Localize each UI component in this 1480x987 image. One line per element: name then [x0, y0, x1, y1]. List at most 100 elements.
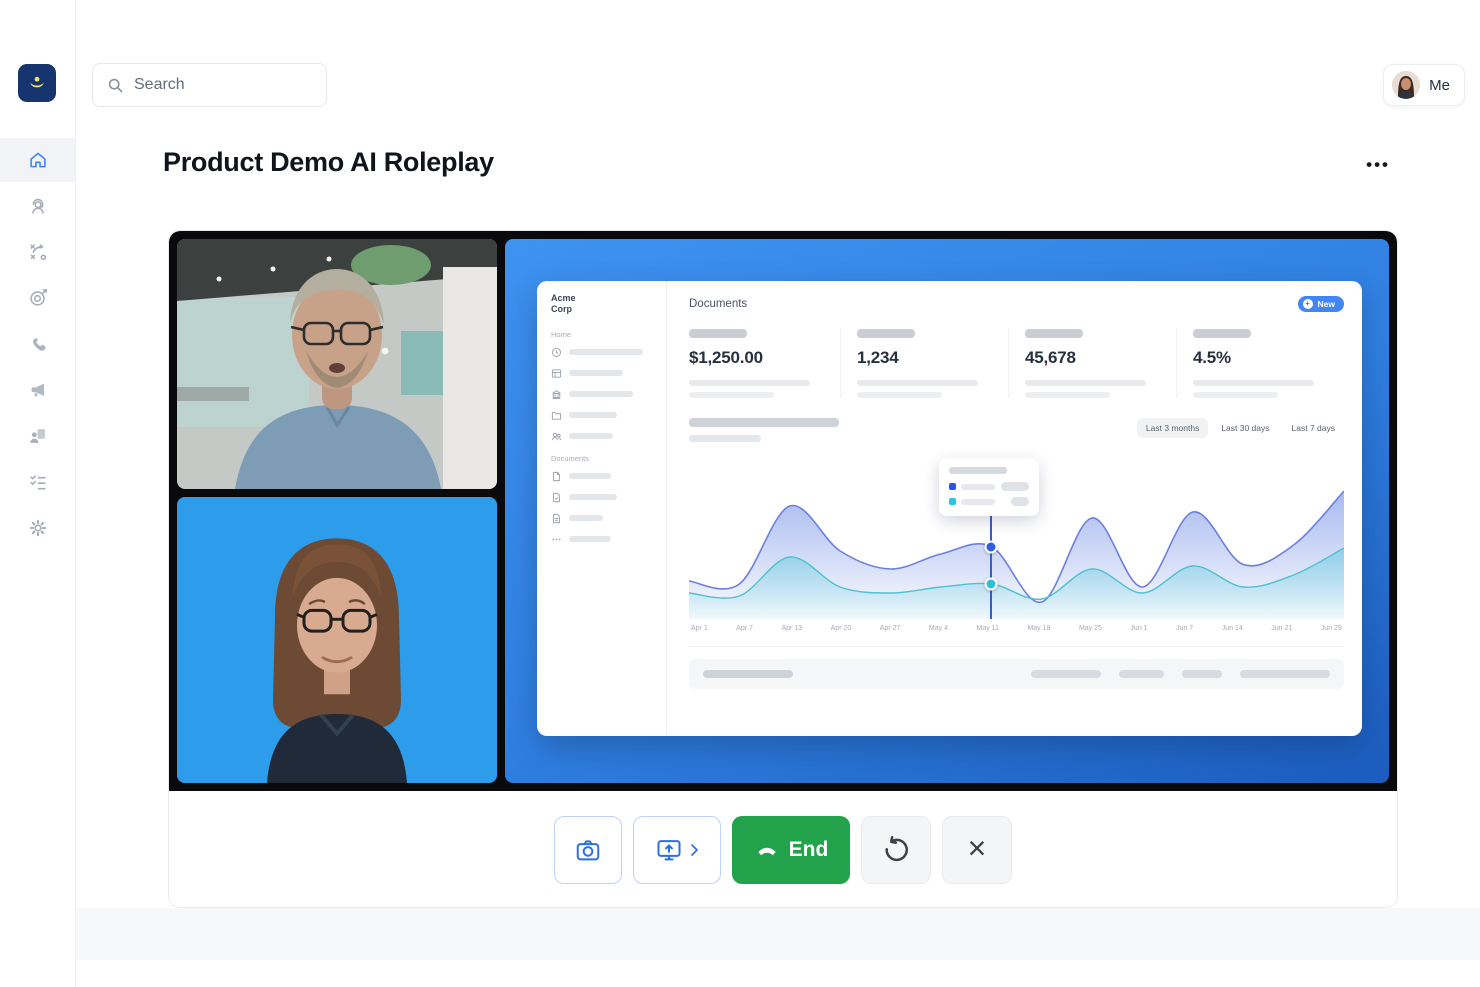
plus-icon: +: [1303, 299, 1313, 309]
me-button[interactable]: Me: [1383, 64, 1465, 106]
x-tick-label: Jun 1: [1130, 625, 1147, 632]
stat-value: $1,250.00: [689, 348, 826, 368]
end-call-button[interactable]: End: [732, 816, 850, 884]
demo-nav-item[interactable]: [551, 347, 654, 358]
document-icon: [551, 471, 562, 482]
x-tick-label: May 18: [1027, 625, 1050, 632]
participant-video-ai-persona: [177, 497, 497, 783]
sidebar-item-contacts[interactable]: [0, 184, 75, 228]
demo-nav-item[interactable]: [551, 513, 654, 524]
sidebar-item-target[interactable]: [0, 276, 75, 320]
app-root: Search Me Product Demo AI Roleplay •••: [0, 0, 1480, 987]
demo-nav-item[interactable]: [551, 534, 654, 545]
sidebar-item-settings[interactable]: [0, 506, 75, 550]
ai-persona-video-frame: [177, 497, 497, 783]
chart-subtitle-skeleton: [689, 435, 761, 442]
stat-label-skeleton: [689, 329, 747, 338]
stat-label-skeleton: [1025, 329, 1083, 338]
camera-button[interactable]: [554, 816, 622, 884]
chart-highlight-line: [990, 510, 992, 619]
legend-swatch-primary: [949, 483, 956, 490]
tab-last-30-days[interactable]: Last 30 days: [1212, 418, 1278, 438]
legend-swatch-secondary: [949, 498, 956, 505]
chart-highlight-dot-primary: [985, 540, 998, 553]
screen-share-icon: [655, 836, 683, 864]
megaphone-icon: [27, 379, 49, 401]
demo-nav-item[interactable]: [551, 471, 654, 482]
call-controls: End ×: [169, 791, 1397, 908]
demo-table-section: [689, 646, 1344, 689]
demo-nav-item[interactable]: [551, 431, 654, 442]
page-title: Product Demo AI Roleplay: [163, 147, 494, 178]
avatar: [1392, 71, 1420, 99]
bank-icon: [551, 389, 562, 400]
sidebar-item-campaigns[interactable]: [0, 368, 75, 412]
demo-nav-section-documents: Documents: [551, 454, 654, 463]
demo-nav-item[interactable]: [551, 410, 654, 421]
title-bar: Product Demo AI Roleplay •••: [75, 115, 1480, 211]
close-button[interactable]: ×: [942, 816, 1012, 884]
screen-share-button[interactable]: [633, 816, 721, 884]
tab-last-7-days[interactable]: Last 7 days: [1283, 418, 1344, 438]
strategy-icon: [27, 241, 49, 263]
demo-page-title: Documents: [689, 298, 747, 310]
demo-nav-item[interactable]: [551, 368, 654, 379]
page-footer-strip: [0, 908, 1480, 960]
sidebar-item-calls[interactable]: [0, 322, 75, 366]
sidebar-item-home[interactable]: [0, 138, 75, 182]
participant-videos: [177, 239, 497, 783]
search-input[interactable]: Search: [92, 63, 327, 107]
target-icon: [27, 287, 49, 309]
demo-sidebar: Acme Corp Home: [537, 281, 667, 736]
contacts-headset-icon: [27, 195, 49, 217]
file-icon: [551, 513, 562, 524]
sidebar-nav: [0, 138, 75, 552]
table-row-skeleton[interactable]: [689, 659, 1344, 689]
stat-card: 45,678: [1008, 329, 1176, 398]
tab-last-3-months[interactable]: Last 3 months: [1137, 418, 1208, 438]
restart-button[interactable]: [861, 816, 931, 884]
close-icon: ×: [968, 832, 987, 864]
demo-dashboard: Acme Corp Home: [537, 281, 1362, 736]
x-tick-label: May 11: [977, 625, 999, 632]
stat-card: 4.5%: [1176, 329, 1344, 398]
x-tick-label: Jun 29: [1321, 625, 1342, 632]
document-check-icon: [551, 492, 562, 503]
x-tick-label: Apr 20: [831, 625, 852, 632]
stat-card: 1,234: [840, 329, 1008, 398]
layout-icon: [551, 368, 562, 379]
demo-stats-row: $1,250.00 1,234 45,6: [689, 329, 1344, 398]
brand-logo[interactable]: [18, 64, 56, 102]
x-tick-label: Apr 1: [691, 625, 708, 632]
x-tick-label: Jun 7: [1176, 625, 1193, 632]
call-stage: Acme Corp Home: [169, 231, 1397, 791]
x-tick-label: Jun 21: [1271, 625, 1292, 632]
top-bar: Search Me: [75, 0, 1480, 116]
chevron-right-icon: [690, 843, 699, 857]
demo-nav-item[interactable]: [551, 389, 654, 400]
demo-new-button[interactable]: + New: [1298, 296, 1344, 312]
main-content: Acme Corp Home: [75, 210, 1480, 908]
users-icon: [551, 431, 562, 442]
chart-tooltip: [939, 458, 1039, 516]
demo-workspace-name: Acme Corp: [551, 293, 593, 316]
more-menu-button[interactable]: •••: [1362, 151, 1394, 179]
x-tick-label: Jun 14: [1222, 625, 1243, 632]
folder-icon: [551, 410, 562, 421]
stat-value: 45,678: [1025, 348, 1162, 368]
roleplay-call-card: Acme Corp Home: [168, 230, 1398, 908]
sidebar-item-knowledge[interactable]: [0, 414, 75, 458]
sidebar-item-strategy[interactable]: [0, 230, 75, 274]
demo-main: Documents + New $1,250.00: [667, 281, 1362, 736]
chart-header: Last 3 months Last 30 days Last 7 days: [689, 418, 1344, 442]
demo-nav-item[interactable]: [551, 492, 654, 503]
phone-icon: [27, 333, 49, 355]
stat-label-skeleton: [1193, 329, 1251, 338]
settings-gear-icon: [27, 517, 49, 539]
checklist-icon: [27, 471, 49, 493]
chart-highlight-dot-secondary: [985, 578, 998, 591]
chart-x-axis: Apr 1Apr 7Apr 13Apr 20Apr 27May 4May 11M…: [689, 625, 1344, 632]
sidebar-item-tasks[interactable]: [0, 460, 75, 504]
me-label: Me: [1429, 77, 1450, 94]
x-tick-label: Apr 13: [782, 625, 803, 632]
